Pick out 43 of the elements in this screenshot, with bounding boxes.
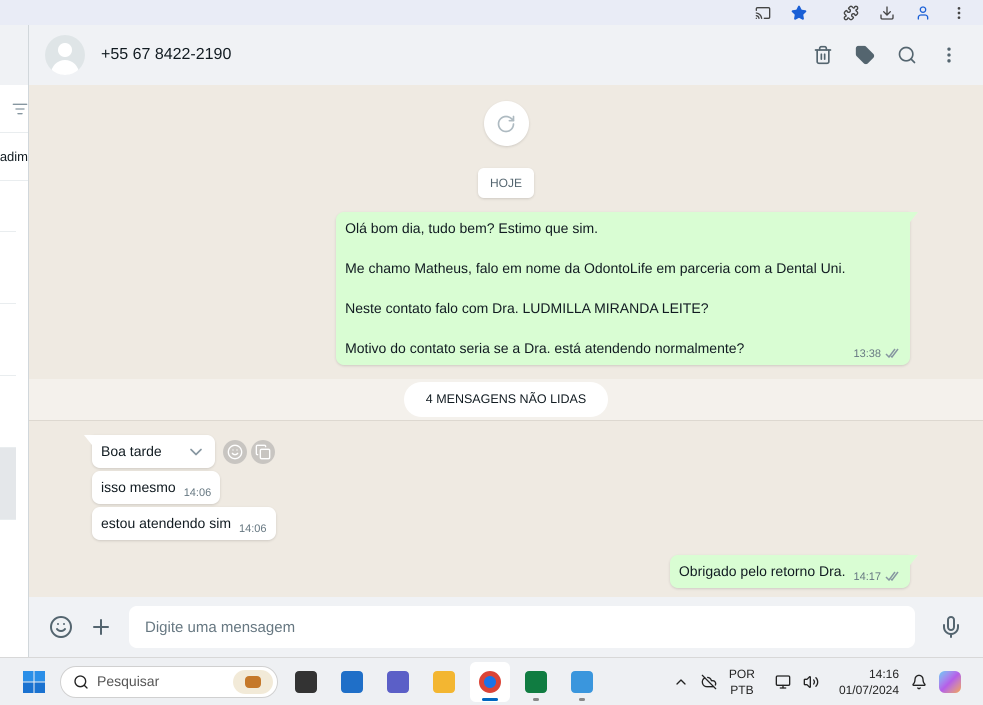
refresh-icon <box>496 114 516 134</box>
download-icon[interactable] <box>879 4 895 20</box>
clock-date[interactable]: 01/07/2024 <box>838 682 899 698</box>
language-label[interactable]: POR <box>728 666 755 682</box>
search-icon[interactable] <box>897 45 917 65</box>
filter-icon[interactable] <box>12 100 28 116</box>
message-text: Boa tarde <box>101 442 162 461</box>
bookmark-star-icon[interactable] <box>791 4 807 20</box>
avatar-icon <box>45 35 85 75</box>
message-time: 14:06 <box>184 486 212 500</box>
message-time: 14:17 <box>853 570 881 584</box>
clock-time[interactable]: 14:16 <box>868 666 899 682</box>
date-chip: HOJE <box>478 168 534 198</box>
tag-icon[interactable] <box>855 45 875 65</box>
message-time: 14:06 <box>238 522 267 536</box>
profile-icon[interactable] <box>915 4 931 20</box>
network-icon[interactable] <box>774 674 791 690</box>
emoji-icon[interactable] <box>49 615 73 639</box>
unread-banner: 4 MENSAGENS NÃO LIDAS <box>404 382 608 417</box>
volume-icon[interactable] <box>802 674 819 690</box>
taskbar-search[interactable]: Pesquisar <box>60 666 278 698</box>
trash-icon[interactable] <box>813 45 833 65</box>
message-text: Me chamo Matheus, falo em nome da OdontoLife em parceria com a Dental Uni. <box>345 259 846 278</box>
message-text: Olá bom dia, tudo bem? Estimo que sim. <box>345 219 600 238</box>
briefcase-icon <box>233 670 273 694</box>
message-input[interactable]: Digite uma mensagem <box>129 606 915 648</box>
partial-label: adim <box>0 148 28 166</box>
search-icon <box>73 674 89 690</box>
taskbar-app-icon[interactable] <box>470 662 510 702</box>
cloud-off-icon[interactable] <box>700 674 717 690</box>
message-text: estou atendendo sim <box>101 514 231 533</box>
windows-start-icon[interactable] <box>22 670 46 694</box>
bell-icon[interactable] <box>911 674 927 690</box>
extensions-icon[interactable] <box>843 4 859 20</box>
language-label[interactable]: PTB <box>730 682 754 698</box>
message-text: Motivo do contato seria se a Dra. está atendendo normalmente? <box>345 339 746 358</box>
cast-icon[interactable] <box>755 4 771 20</box>
message-text: isso mesmo <box>101 478 176 497</box>
contact-name: +55 67 8422-2190 <box>101 45 232 65</box>
message-text: Neste contato falo com Dra. LUDMILLA MIRANDA LEITE? <box>345 299 710 318</box>
copilot-icon[interactable] <box>939 670 961 692</box>
message-time: 13:38 <box>853 346 881 362</box>
message-text: Obrigado pelo retorno Dra. <box>678 562 846 581</box>
